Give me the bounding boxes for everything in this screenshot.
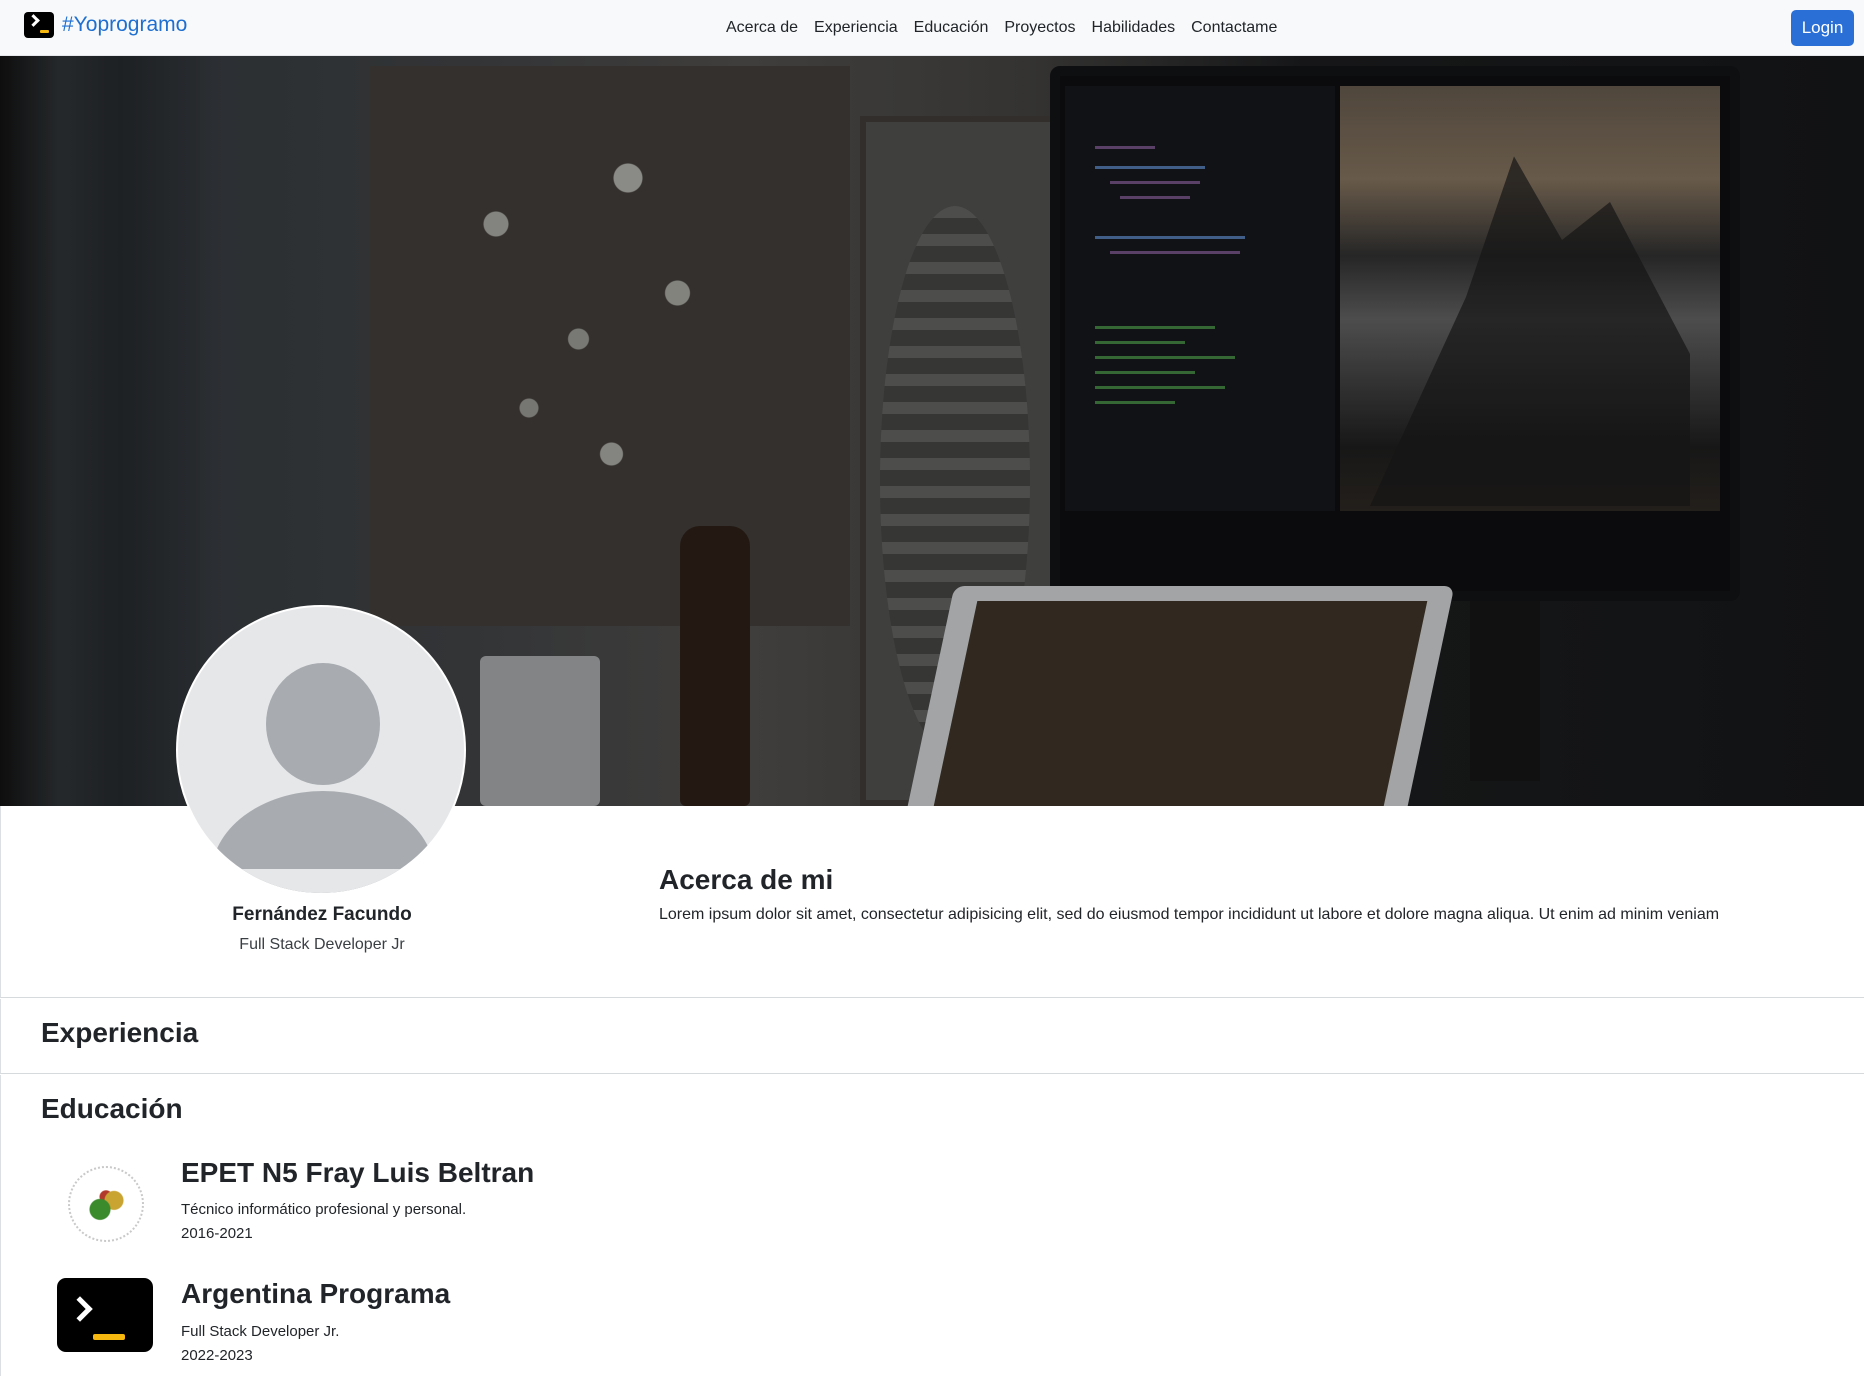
- nav-link-habilidades[interactable]: Habilidades: [1084, 19, 1184, 37]
- education-title: Educación: [41, 1093, 183, 1124]
- education-item-years: 2016-2021: [181, 1225, 253, 1242]
- profile-name: Fernández Facundo: [232, 904, 412, 925]
- nav-link-experiencia[interactable]: Experiencia: [806, 19, 906, 37]
- education-item-description: Técnico informático profesional y person…: [181, 1201, 467, 1218]
- education-item-title: Argentina Programa: [181, 1278, 451, 1309]
- nav-link-proyectos[interactable]: Proyectos: [996, 19, 1083, 37]
- education-item-title: EPET N5 Fray Luis Beltran: [181, 1157, 535, 1188]
- nav-links: Acerca de Experiencia Educación Proyecto…: [718, 0, 1285, 56]
- about-title: Acerca de mi: [659, 864, 834, 895]
- terminal-prompt-icon: [57, 1278, 153, 1352]
- epet-school-seal-icon: [62, 1160, 150, 1248]
- experience-title: Experiencia: [41, 1017, 199, 1048]
- education-item-description: Full Stack Developer Jr.: [181, 1323, 340, 1340]
- login-button[interactable]: Login: [1791, 10, 1854, 46]
- terminal-logo-icon: [24, 12, 54, 38]
- nav-link-contactame[interactable]: Contactame: [1183, 19, 1285, 37]
- brand-link[interactable]: #Yoprogramo: [24, 12, 187, 38]
- brand-text: #Yoprogramo: [62, 13, 188, 36]
- profile-role: Full Stack Developer Jr: [239, 936, 405, 953]
- navbar: #Yoprogramo Acerca de Experiencia Educac…: [0, 0, 1864, 56]
- avatar: [176, 605, 466, 895]
- experience-section: [0, 999, 1864, 1074]
- about-text: Lorem ipsum dolor sit amet, consectetur …: [659, 906, 1720, 923]
- nav-link-educacion[interactable]: Educación: [906, 19, 997, 37]
- education-item-years: 2022-2023: [181, 1347, 253, 1364]
- nav-link-acerca-de[interactable]: Acerca de: [718, 19, 806, 37]
